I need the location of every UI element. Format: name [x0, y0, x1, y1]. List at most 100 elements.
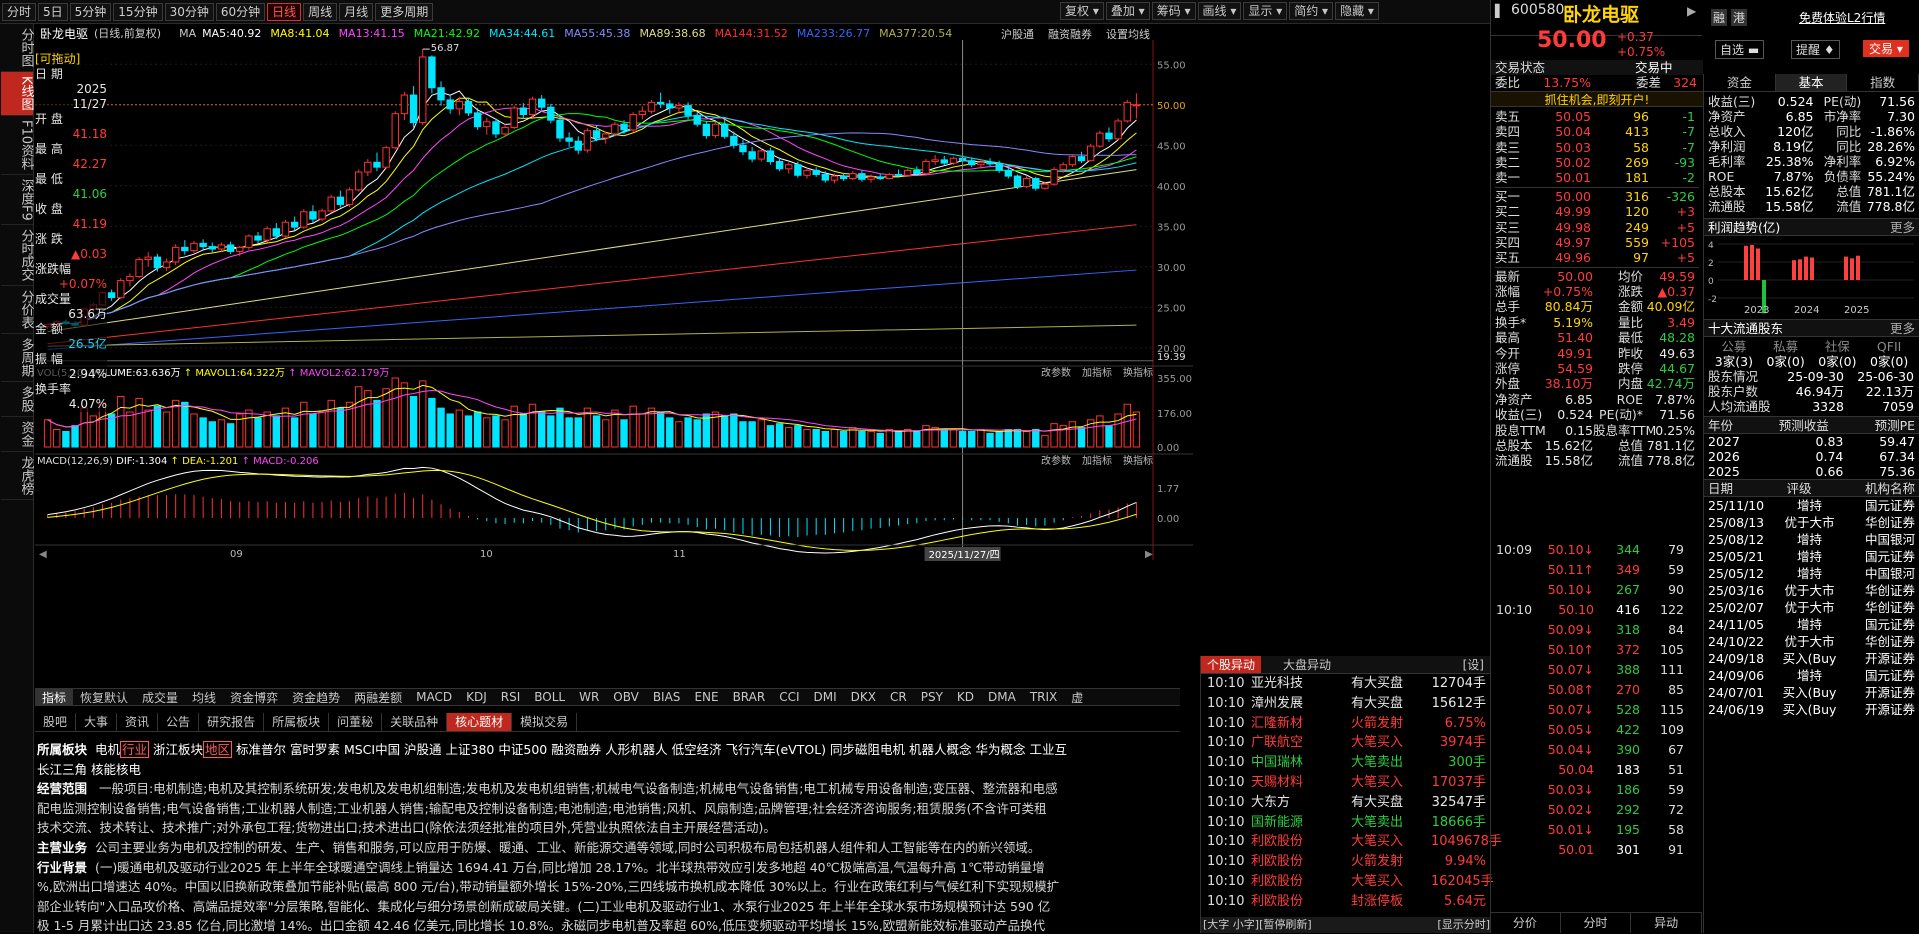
indicator-tab-3[interactable]: 均线 [185, 689, 223, 706]
holders-more-link[interactable]: 更多 [1890, 320, 1915, 336]
tab-stock-alerts[interactable]: 个股异动 [1201, 656, 1262, 673]
f10-tab-6[interactable]: 问董秘 [329, 712, 383, 731]
indicator-tab-9[interactable]: RSI [494, 690, 528, 704]
indicator-tab-23[interactable]: TRIX [1023, 690, 1064, 704]
f10-tab-9[interactable]: 模拟交易 [512, 712, 578, 731]
indicator-tab-22[interactable]: DMA [981, 690, 1023, 704]
indicator-tab-7[interactable]: MACD [409, 690, 459, 704]
period-9[interactable]: 更多周期 [375, 2, 434, 21]
rating-row[interactable]: 24/06/19 买入(Buy 开源证券 [1704, 701, 1919, 718]
alert-row[interactable]: 10:10 利欧股份 火箭发射 9.94% [1201, 852, 1490, 872]
leftnav-item-0[interactable]: 分时图 [0, 24, 34, 72]
alert-stock[interactable]: 亚光科技 [1251, 674, 1351, 694]
period-6[interactable]: 日线 [267, 2, 302, 21]
bottom-tab-0[interactable]: 分价 [1490, 913, 1561, 933]
scroll-right-icon[interactable]: ▶ [1145, 549, 1153, 560]
rating-row[interactable]: 25/02/07 优于大市 华创证券 [1704, 599, 1919, 616]
period-2[interactable]: 5分钟 [69, 2, 112, 21]
leftnav-item-6[interactable]: 多周期 [0, 334, 34, 383]
leftnav-item-1[interactable]: K线图 [0, 72, 34, 116]
leftnav-item-2[interactable]: F10资料 [0, 116, 34, 175]
alert-row[interactable]: 10:10 漳州发展 有大买盘 15612手 [1201, 694, 1490, 714]
leftnav-item-4[interactable]: 分时成交 [0, 225, 34, 287]
leftnav-item-5[interactable]: 分价表 [0, 286, 34, 335]
fin-tab-1[interactable]: 基本 [1775, 74, 1848, 91]
alert-stock[interactable]: 天赐材料 [1251, 773, 1351, 793]
indicator-tab-5[interactable]: 资金趋势 [285, 689, 347, 706]
toolbar-btn-5[interactable]: 简约 ▾ [1289, 2, 1334, 20]
period-0[interactable]: 分时 [2, 2, 37, 21]
indicator-tab-17[interactable]: DMI [807, 690, 844, 704]
fin-tab-0[interactable]: 资金 [1704, 74, 1776, 91]
macd-link-0[interactable]: 改参数 [1041, 454, 1071, 467]
free-l2-link[interactable]: 免费体验L2行情 [1799, 9, 1885, 26]
bottom-tab-2[interactable]: 异动 [1631, 913, 1703, 933]
show-timeshare-toggle[interactable]: [显示分时] [1437, 917, 1490, 933]
leftnav-item-7[interactable]: 多股 [0, 382, 34, 418]
toolbar-btn-0[interactable]: 复权 ▾ [1060, 2, 1104, 20]
leftnav-item-3[interactable]: 深度F9 [0, 175, 34, 226]
alert-stock[interactable]: 漳州发展 [1251, 694, 1351, 714]
period-7[interactable]: 周线 [303, 2, 338, 21]
alert-stock[interactable]: 利欧股份 [1251, 872, 1351, 892]
indicator-tab-1[interactable]: 恢复默认 [73, 689, 135, 706]
indicator-tab-10[interactable]: BOLL [527, 690, 572, 704]
indicator-tab-4[interactable]: 资金博弈 [223, 689, 285, 706]
f10-tab-7[interactable]: 关联品种 [382, 712, 448, 731]
alert-stock[interactable]: 利欧股份 [1251, 892, 1351, 912]
drag-label[interactable]: [可拖动] [35, 52, 107, 67]
self-select-button[interactable]: 自选 ▬ [1715, 40, 1765, 59]
bottom-tab-1[interactable]: 分时 [1561, 913, 1632, 933]
alert-row[interactable]: 10:10 天赐材料 大笔买入 17037手 [1201, 773, 1490, 793]
toolbar-btn-6[interactable]: 隐藏 ▾ [1335, 2, 1379, 20]
alert-row[interactable]: 10:10 利欧股份 封涨停板 5.64元 [1201, 892, 1490, 912]
rating-row[interactable]: 24/09/06 增持 国元证券 [1704, 667, 1919, 684]
period-5[interactable]: 60分钟 [215, 2, 266, 21]
toolbar-btn-4[interactable]: 显示 ▾ [1243, 2, 1288, 20]
rating-row[interactable]: 24/10/22 优于大市 华创证券 [1704, 633, 1919, 650]
indicator-tab-0[interactable]: 指标 [35, 688, 74, 706]
sector-concepts[interactable]: 标准普尔 富时罗素 MSCI中国 沪股通 上证380 中证500 融资融券 人形… [236, 742, 1067, 757]
alert-stock[interactable]: 中国瑞林 [1251, 753, 1351, 773]
rating-row[interactable]: 25/11/10 增持 国元证券 [1704, 497, 1919, 514]
alert-row[interactable]: 10:10 亚光科技 有大买盘 12704手 [1201, 674, 1490, 694]
indicator-tab-24[interactable]: 虚 [1064, 689, 1090, 706]
macd-link-1[interactable]: 加指标 [1082, 454, 1112, 467]
font-size-toggle[interactable]: [大字 小字][暂停刷新] [1203, 917, 1312, 933]
period-1[interactable]: 5日 [38, 2, 68, 21]
f10-tab-0[interactable]: 股吧 [35, 712, 77, 731]
rating-row[interactable]: 25/08/13 优于大市 华创证券 [1704, 514, 1919, 531]
toolbar-btn-1[interactable]: 叠加 ▾ [1105, 2, 1150, 20]
f10-tab-4[interactable]: 研究报告 [199, 712, 265, 731]
alert-row[interactable]: 10:10 中国瑞林 大笔卖出 300手 [1201, 753, 1490, 773]
rating-row[interactable]: 25/03/16 优于大市 华创证券 [1704, 582, 1919, 599]
period-8[interactable]: 月线 [339, 2, 374, 21]
toolbar-btn-2[interactable]: 筹码 ▾ [1151, 2, 1196, 20]
alerts-setting[interactable]: [设] [1457, 656, 1490, 673]
sector-industry[interactable]: 电机 [95, 742, 120, 757]
indicator-tab-6[interactable]: 两融差额 [347, 689, 409, 706]
trade-button[interactable]: 交易 ▾ [1863, 40, 1909, 57]
sector-region[interactable]: 浙江板块 [153, 742, 203, 757]
f10-tab-2[interactable]: 资讯 [117, 712, 159, 731]
rating-row[interactable]: 25/05/12 增持 中国银河 [1704, 565, 1919, 582]
rating-row[interactable]: 24/07/01 买入(Buy 开源证券 [1704, 684, 1919, 701]
fin-tab-2[interactable]: 指数 [1847, 74, 1919, 91]
alert-row[interactable]: 10:10 广联航空 大笔买入 3974手 [1201, 733, 1490, 753]
leftnav-item-9[interactable]: 龙虎榜 [0, 452, 34, 501]
leftnav-item-8[interactable]: 资金 [0, 417, 34, 453]
remind-button[interactable]: 提醒 ♦ [1791, 40, 1840, 59]
indicator-tab-2[interactable]: 成交量 [135, 689, 185, 706]
rating-row[interactable]: 24/11/05 增持 国元证券 [1704, 616, 1919, 633]
tab-market-alerts[interactable]: 大盘异动 [1277, 656, 1337, 673]
f10-tab-5[interactable]: 所属板块 [264, 712, 330, 731]
scroll-left-icon[interactable]: ◀ [39, 549, 47, 560]
indicator-tab-20[interactable]: PSY [914, 690, 950, 704]
alert-stock[interactable]: 国新能源 [1251, 813, 1351, 833]
indicator-tab-19[interactable]: CR [883, 690, 914, 704]
open-account-promo[interactable]: 抓住机会,即刻开户! [1491, 90, 1703, 107]
indicator-tab-8[interactable]: KDJ [459, 690, 494, 704]
kline-chart[interactable]: 55.0050.0045.0040.0035.0030.0025.0020.00… [35, 40, 1193, 568]
indicator-tab-16[interactable]: CCI [772, 690, 806, 704]
next-stock-icon[interactable]: ▶ [1687, 4, 1696, 18]
